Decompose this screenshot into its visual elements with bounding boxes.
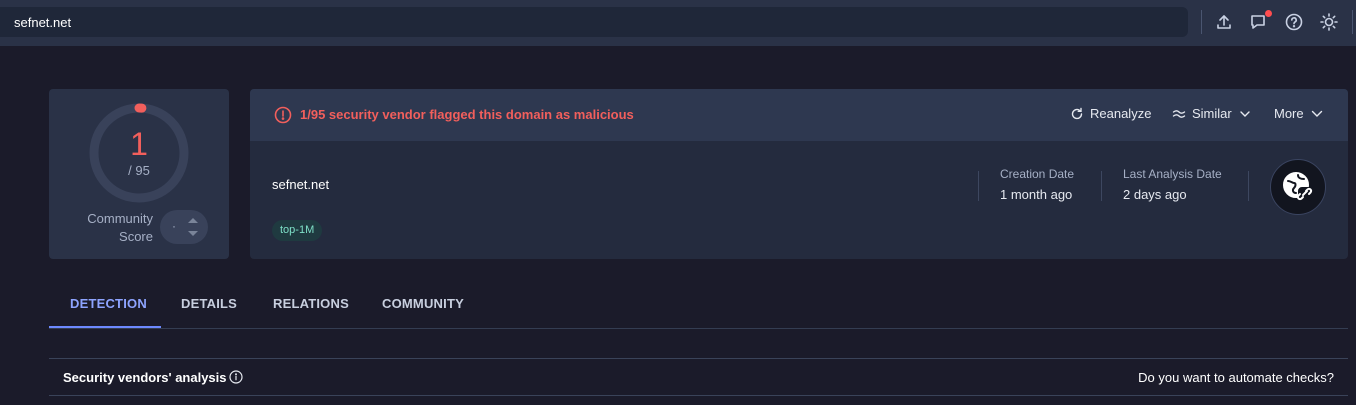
tab-detection[interactable]: DETECTION bbox=[70, 296, 147, 311]
vote-up-icon[interactable] bbox=[188, 218, 198, 223]
alert-message: 1/95 security vendor flagged this domain… bbox=[300, 107, 634, 122]
alert-bar: 1/95 security vendor flagged this domain… bbox=[250, 89, 1348, 141]
meta-divider bbox=[1248, 171, 1249, 201]
similar-dropdown[interactable]: Similar bbox=[1172, 106, 1252, 121]
domain-globe-link-icon bbox=[1270, 159, 1326, 215]
creation-date: Creation Date 1 month ago bbox=[1000, 167, 1074, 202]
domain-summary-card: 1/95 security vendor flagged this domain… bbox=[250, 89, 1348, 259]
detection-count: 1 bbox=[130, 126, 148, 162]
chevron-down-icon bbox=[1311, 110, 1322, 117]
vendors-analysis-title: Security vendors' analysis bbox=[63, 370, 227, 385]
more-label: More bbox=[1274, 106, 1304, 121]
creation-date-value: 1 month ago bbox=[1000, 187, 1073, 202]
community-score-value: · bbox=[172, 219, 176, 233]
community-score-label: Community Score bbox=[87, 211, 153, 244]
notification-badge bbox=[1265, 10, 1272, 17]
help-icon[interactable] bbox=[1283, 11, 1305, 33]
last-analysis-date: Last Analysis Date 2 days ago bbox=[1123, 167, 1222, 202]
last-analysis-value: 2 days ago bbox=[1123, 187, 1187, 202]
toolbar-divider bbox=[1201, 10, 1202, 34]
chevron-down-icon bbox=[1240, 110, 1250, 117]
refresh-icon bbox=[1071, 107, 1083, 119]
search-box[interactable] bbox=[0, 7, 1188, 37]
meta-divider bbox=[978, 171, 979, 201]
tab-details[interactable]: DETAILS bbox=[181, 296, 237, 311]
similar-label: Similar bbox=[1192, 106, 1232, 121]
vote-down-icon[interactable] bbox=[188, 231, 198, 236]
reanalyze-button[interactable]: Reanalyze bbox=[1070, 106, 1151, 121]
detection-score-card: 1 / 95 Community Score · bbox=[49, 89, 229, 259]
toolbar-divider-end bbox=[1352, 10, 1353, 34]
domain-tag[interactable]: top-1M bbox=[272, 220, 323, 241]
meta-divider bbox=[1101, 171, 1102, 201]
theme-sun-icon[interactable] bbox=[1318, 11, 1340, 33]
alert-circle-icon bbox=[274, 106, 292, 124]
security-vendors-section: Security vendors' analysis Do you want t… bbox=[49, 358, 1348, 405]
top-bar bbox=[0, 0, 1356, 46]
detection-total: / 95 bbox=[128, 163, 150, 178]
tabs-divider bbox=[49, 328, 1348, 329]
notification-chat-icon[interactable] bbox=[1248, 10, 1272, 33]
more-dropdown[interactable]: More bbox=[1274, 106, 1324, 121]
upload-icon[interactable] bbox=[1213, 11, 1235, 33]
community-score-control: · bbox=[160, 210, 208, 244]
tab-community[interactable]: COMMUNITY bbox=[382, 296, 464, 311]
last-analysis-label: Last Analysis Date bbox=[1123, 167, 1222, 181]
info-icon[interactable] bbox=[229, 370, 243, 384]
reanalyze-label: Reanalyze bbox=[1090, 106, 1152, 121]
tab-relations[interactable]: RELATIONS bbox=[273, 296, 349, 311]
search-input[interactable] bbox=[14, 12, 1114, 32]
domain-name: sefnet.net bbox=[272, 177, 330, 192]
automate-checks-link[interactable]: Do you want to automate checks? bbox=[1138, 370, 1334, 385]
vendors-divider bbox=[49, 395, 1348, 396]
creation-date-label: Creation Date bbox=[1000, 167, 1075, 181]
similar-icon bbox=[1172, 109, 1186, 118]
